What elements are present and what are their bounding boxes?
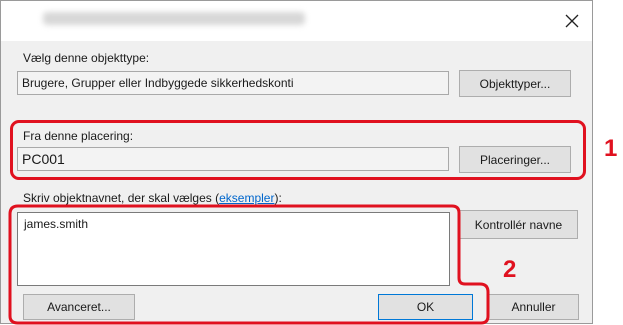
callout-box-name-ok bbox=[8, 204, 490, 325]
callout-number-2: 2 bbox=[503, 256, 517, 283]
